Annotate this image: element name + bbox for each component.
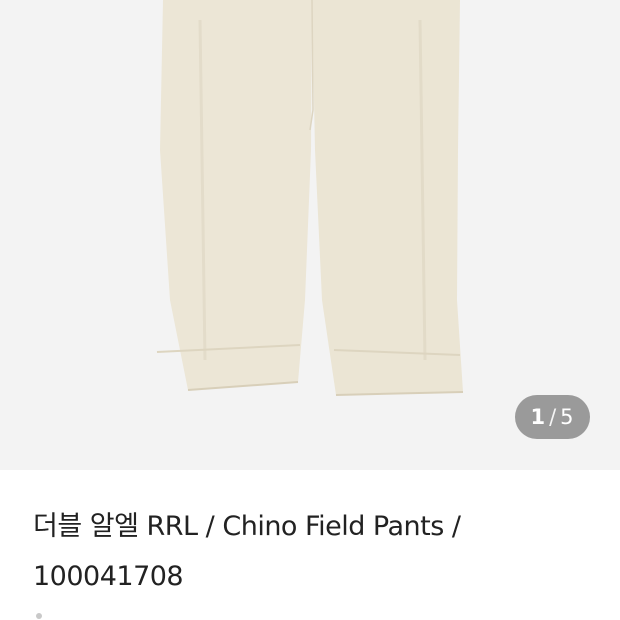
current-image-index: 1 [530, 405, 547, 429]
product-title-line-2: 100041708 [33, 561, 184, 592]
partial-content-indicator [36, 613, 42, 619]
product-title: 더블 알엘 RRL / Chino Field Pants / 10004170… [33, 502, 593, 602]
total-image-count: 5 [560, 405, 575, 429]
product-image-gallery[interactable]: 1 / 5 [0, 0, 620, 470]
product-info: 더블 알엘 RRL / Chino Field Pants / 10004170… [0, 470, 620, 620]
image-counter: 1 / 5 [515, 395, 590, 439]
counter-separator: / [549, 405, 558, 429]
product-title-line-1: 더블 알엘 RRL / Chino Field Pants / [33, 511, 461, 542]
